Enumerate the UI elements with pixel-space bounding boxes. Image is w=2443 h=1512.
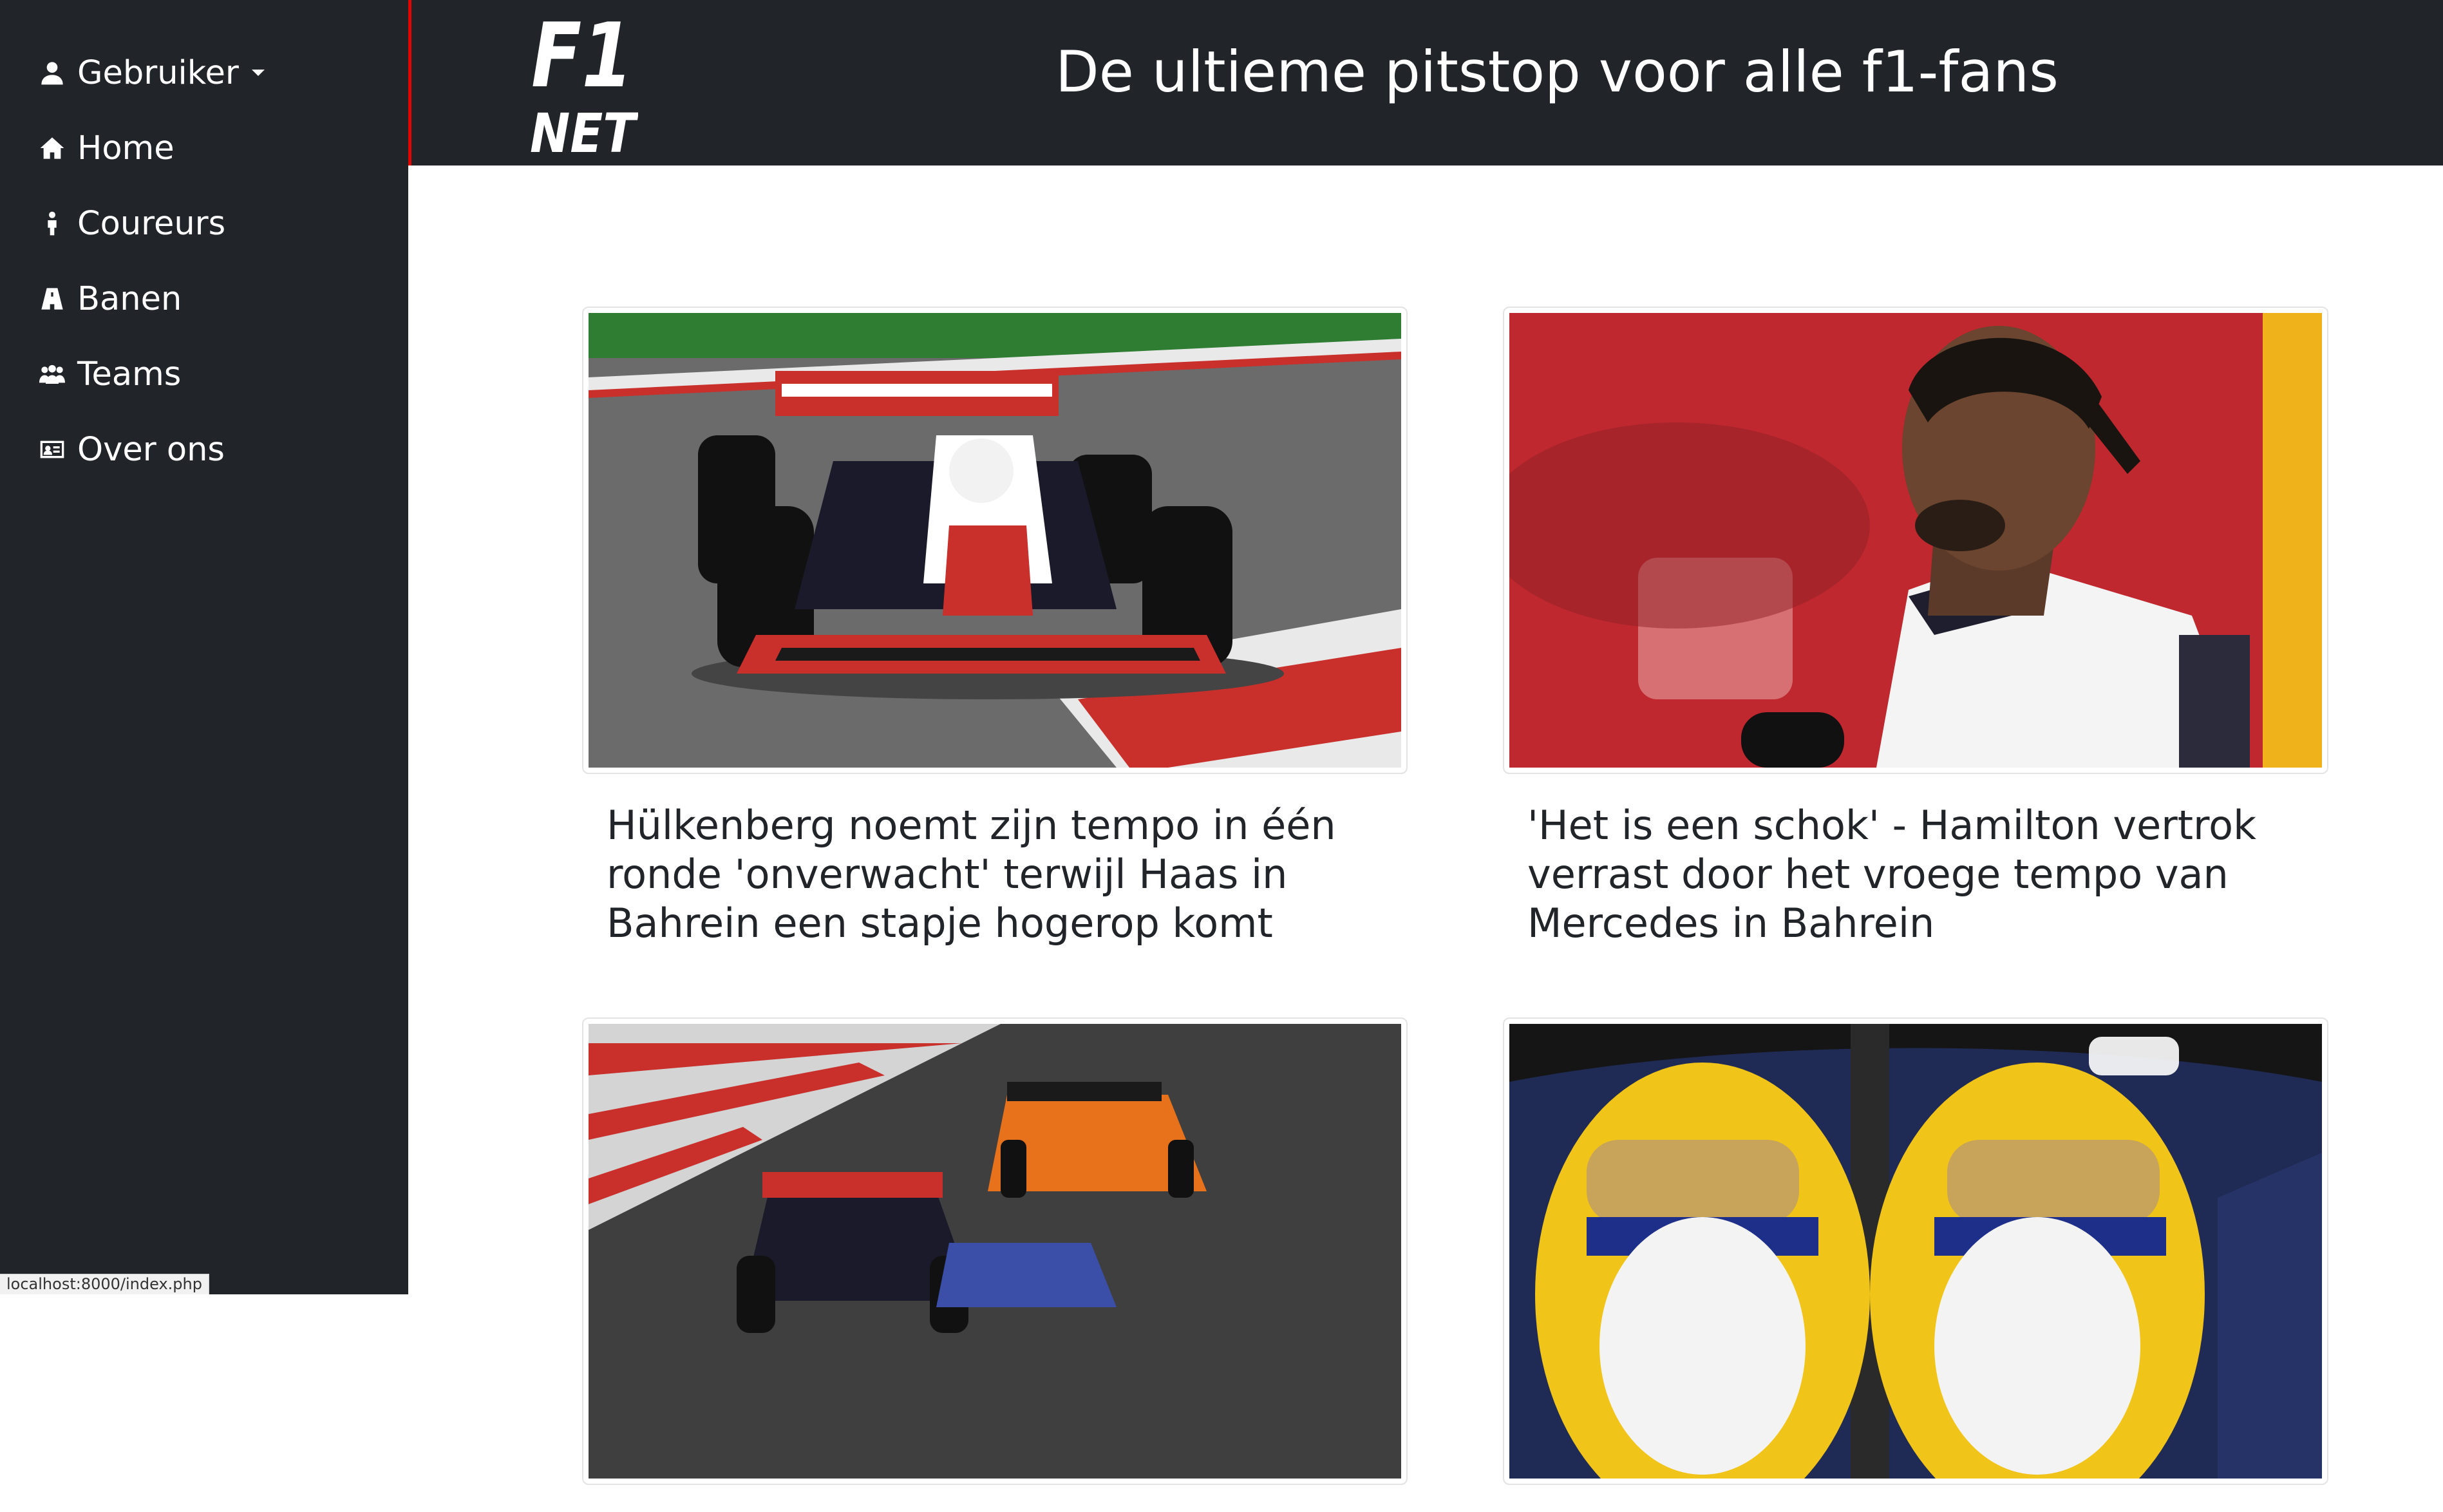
user-icon xyxy=(37,58,67,88)
sidebar-item-banen[interactable]: Banen xyxy=(37,270,182,328)
race-cars-image xyxy=(589,1024,1401,1479)
article-image[interactable] xyxy=(582,1017,1408,1485)
page-title: De ultieme pitstop voor alle f1-fans xyxy=(1055,39,2059,105)
home-icon xyxy=(37,133,67,163)
sidebar-item-coureurs[interactable]: Coureurs xyxy=(37,194,225,252)
people-group-icon xyxy=(37,359,67,389)
sidebar-item-label: Teams xyxy=(77,355,181,393)
sidebar-item-label: Over ons xyxy=(77,431,225,469)
article-image[interactable] xyxy=(582,307,1408,774)
id-card-icon xyxy=(37,435,67,464)
article-title[interactable]: 'Het is een schok' - Hamilton vertrok ve… xyxy=(1527,801,2326,948)
sidebar-item-home[interactable]: Home xyxy=(37,119,174,177)
article-card[interactable]: Hülkenberg noemt zijn tempo in één ronde… xyxy=(582,307,1408,948)
article-card[interactable]: 'Het is een schok' - Hamilton vertrok ve… xyxy=(1503,307,2328,948)
sidebar: Gebruiker Home Coureurs Banen Teams Over… xyxy=(0,0,408,1294)
article-image[interactable] xyxy=(1503,307,2328,774)
svg-text:NET: NET xyxy=(530,102,638,156)
chevron-down-icon xyxy=(252,70,265,76)
sidebar-item-label: Home xyxy=(77,129,174,167)
f1-net-logo[interactable]: F1 NET xyxy=(529,10,638,156)
sidebar-item-label: Banen xyxy=(77,280,182,318)
browser-status-bar: localhost:8000/index.php xyxy=(0,1274,209,1294)
article-image[interactable] xyxy=(1503,1017,2328,1485)
sidebar-item-label: Coureurs xyxy=(77,205,225,243)
race-car-image xyxy=(589,313,1401,768)
site-header: F1 NET De ultieme pitstop voor alle f1-f… xyxy=(408,0,2443,165)
sidebar-item-label: Gebruiker xyxy=(77,54,239,92)
article-card[interactable] xyxy=(1503,1017,2328,1512)
article-card[interactable] xyxy=(582,1017,1408,1512)
sidebar-item-teams[interactable]: Teams xyxy=(37,345,181,403)
svg-text:F1: F1 xyxy=(531,10,633,108)
road-icon xyxy=(37,284,67,314)
sidebar-item-over-ons[interactable]: Over ons xyxy=(37,421,225,478)
driver-helmet-image xyxy=(1509,1024,2322,1479)
driver-icon xyxy=(37,209,67,238)
sidebar-item-gebruiker[interactable]: Gebruiker xyxy=(37,44,265,102)
driver-portrait-image xyxy=(1509,313,2322,768)
article-title[interactable]: Hülkenberg noemt zijn tempo in één ronde… xyxy=(607,801,1405,948)
